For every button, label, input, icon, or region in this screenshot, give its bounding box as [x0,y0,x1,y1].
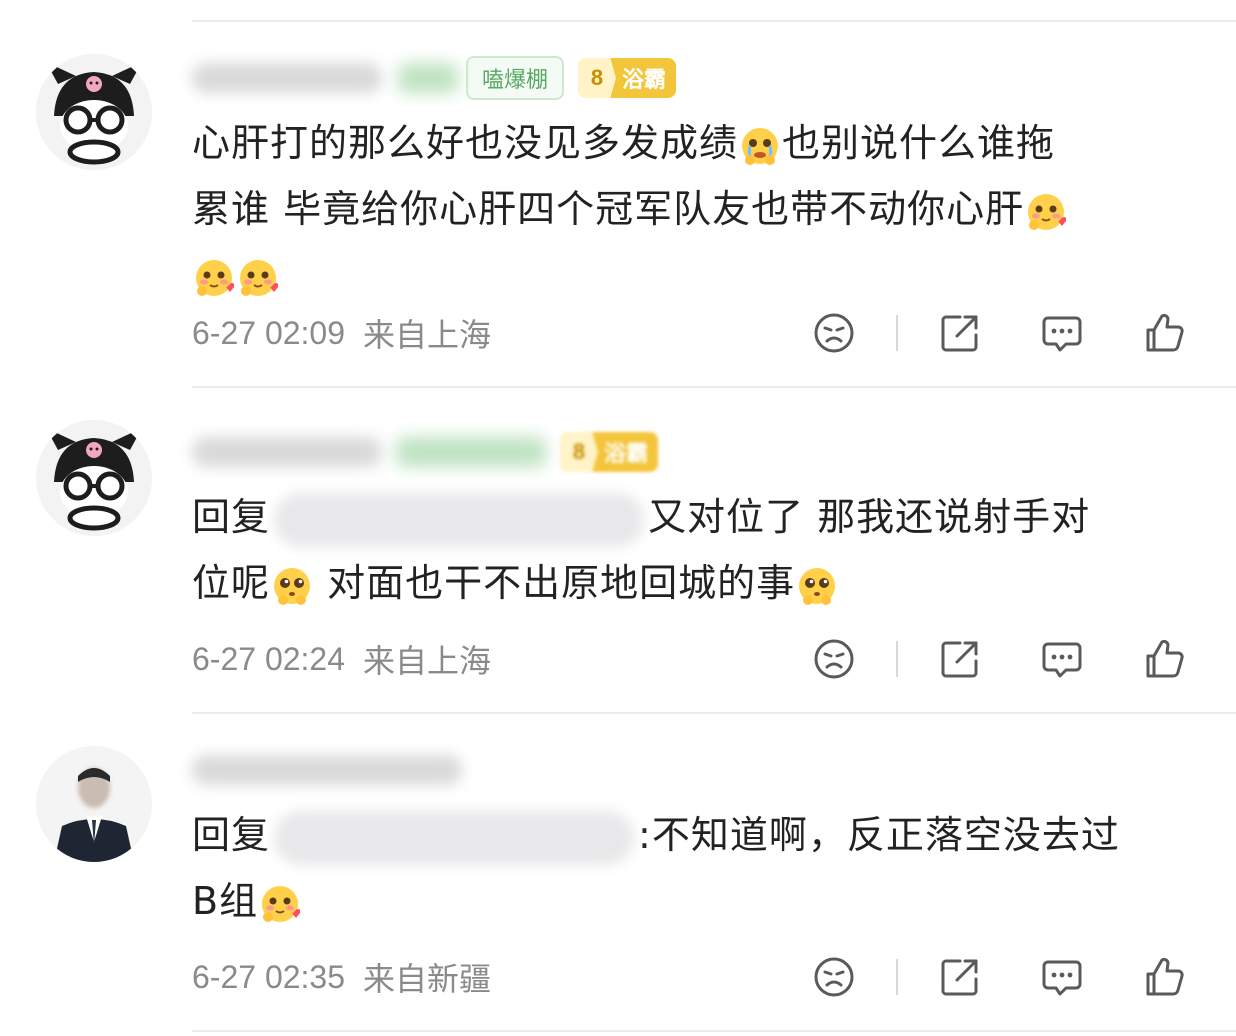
comment-time: 6-27 02:24 [192,640,346,677]
comment-text: 回复:不知道啊，反正落空没去过 B组 [192,802,1202,934]
action-bar [812,632,1186,686]
action-bar [812,306,1186,360]
comment-feed: 嗑爆棚 8 浴霸 心肝打的那么好也没见多发成绩 也别说什么谁拖 累谁 毕竟给你心肝… [0,0,1236,1036]
blushing-heart-emoji [194,258,234,298]
mention-blurred[interactable] [274,810,635,865]
username-row [192,748,462,792]
pleading-face-emoji [272,566,312,606]
level-number: 8 [560,432,598,472]
blushing-heart-emoji [238,258,278,298]
comment-location: 来自上海 [363,316,492,354]
avatar[interactable] [36,746,152,862]
divider [192,1030,1236,1032]
level-number: 8 [578,58,617,98]
share-icon[interactable] [938,955,982,999]
comment-time: 6-27 02:35 [192,958,346,995]
comment-bubble-icon[interactable] [1040,637,1084,681]
comment-meta: 6-27 02:35 来自新疆 [192,950,1202,1004]
username-row: 嗑爆棚 8 浴霸 [192,56,677,100]
comment-meta: 6-27 02:09 来自上海 [192,306,1202,360]
username-blurred[interactable] [192,63,382,93]
crying-face-emoji [740,126,780,166]
action-separator [896,315,898,351]
thumbs-up-icon[interactable] [1142,311,1186,355]
sad-face-icon[interactable] [812,311,856,355]
blushing-heart-emoji [260,884,300,924]
divider [192,20,1236,22]
comment-meta: 6-27 02:24 来自上海 [192,632,1202,686]
divider [192,386,1236,388]
comment-bubble-icon[interactable] [1040,955,1084,999]
level-title: 浴霸 [622,67,667,92]
pleading-face-emoji [797,566,837,606]
comment-bubble-icon[interactable] [1040,311,1084,355]
badge-blurred [396,437,546,467]
share-icon[interactable] [938,637,982,681]
reply-prefix: 回复 [192,813,271,857]
share-icon[interactable] [938,311,982,355]
username-row: 8 浴霸 [192,430,659,474]
avatar[interactable] [36,420,152,536]
username-blurred[interactable] [192,755,462,785]
username-blurred[interactable] [192,437,382,467]
divider [192,712,1236,714]
thumbs-up-icon[interactable] [1142,955,1186,999]
action-separator [896,641,898,677]
blushing-heart-emoji [1026,192,1066,232]
reply-prefix: 回复 [192,495,271,539]
fan-badge[interactable]: 嗑爆棚 [466,56,565,100]
mention-blurred[interactable] [274,492,645,547]
comment-time: 6-27 02:09 [192,314,346,351]
avatar[interactable] [36,54,152,170]
sad-face-icon[interactable] [812,637,856,681]
action-separator [896,959,898,995]
action-bar [812,950,1186,1004]
level-title: 浴霸 [604,441,649,466]
comment-location: 来自上海 [363,642,492,680]
sad-face-icon[interactable] [812,955,856,999]
comment-text: 回复 又对位了 那我还说射手对 位呢 对面也干不出原地回城的事 [192,484,1202,616]
level-badge[interactable]: 8 浴霸 [560,432,659,472]
badge-blurred [398,63,458,93]
comment-location: 来自新疆 [363,960,492,998]
level-badge[interactable]: 8 浴霸 [578,58,677,98]
thumbs-up-icon[interactable] [1142,637,1186,681]
comment-text: 心肝打的那么好也没见多发成绩 也别说什么谁拖 累谁 毕竟给你心肝四个冠军队友也带不… [192,110,1202,304]
